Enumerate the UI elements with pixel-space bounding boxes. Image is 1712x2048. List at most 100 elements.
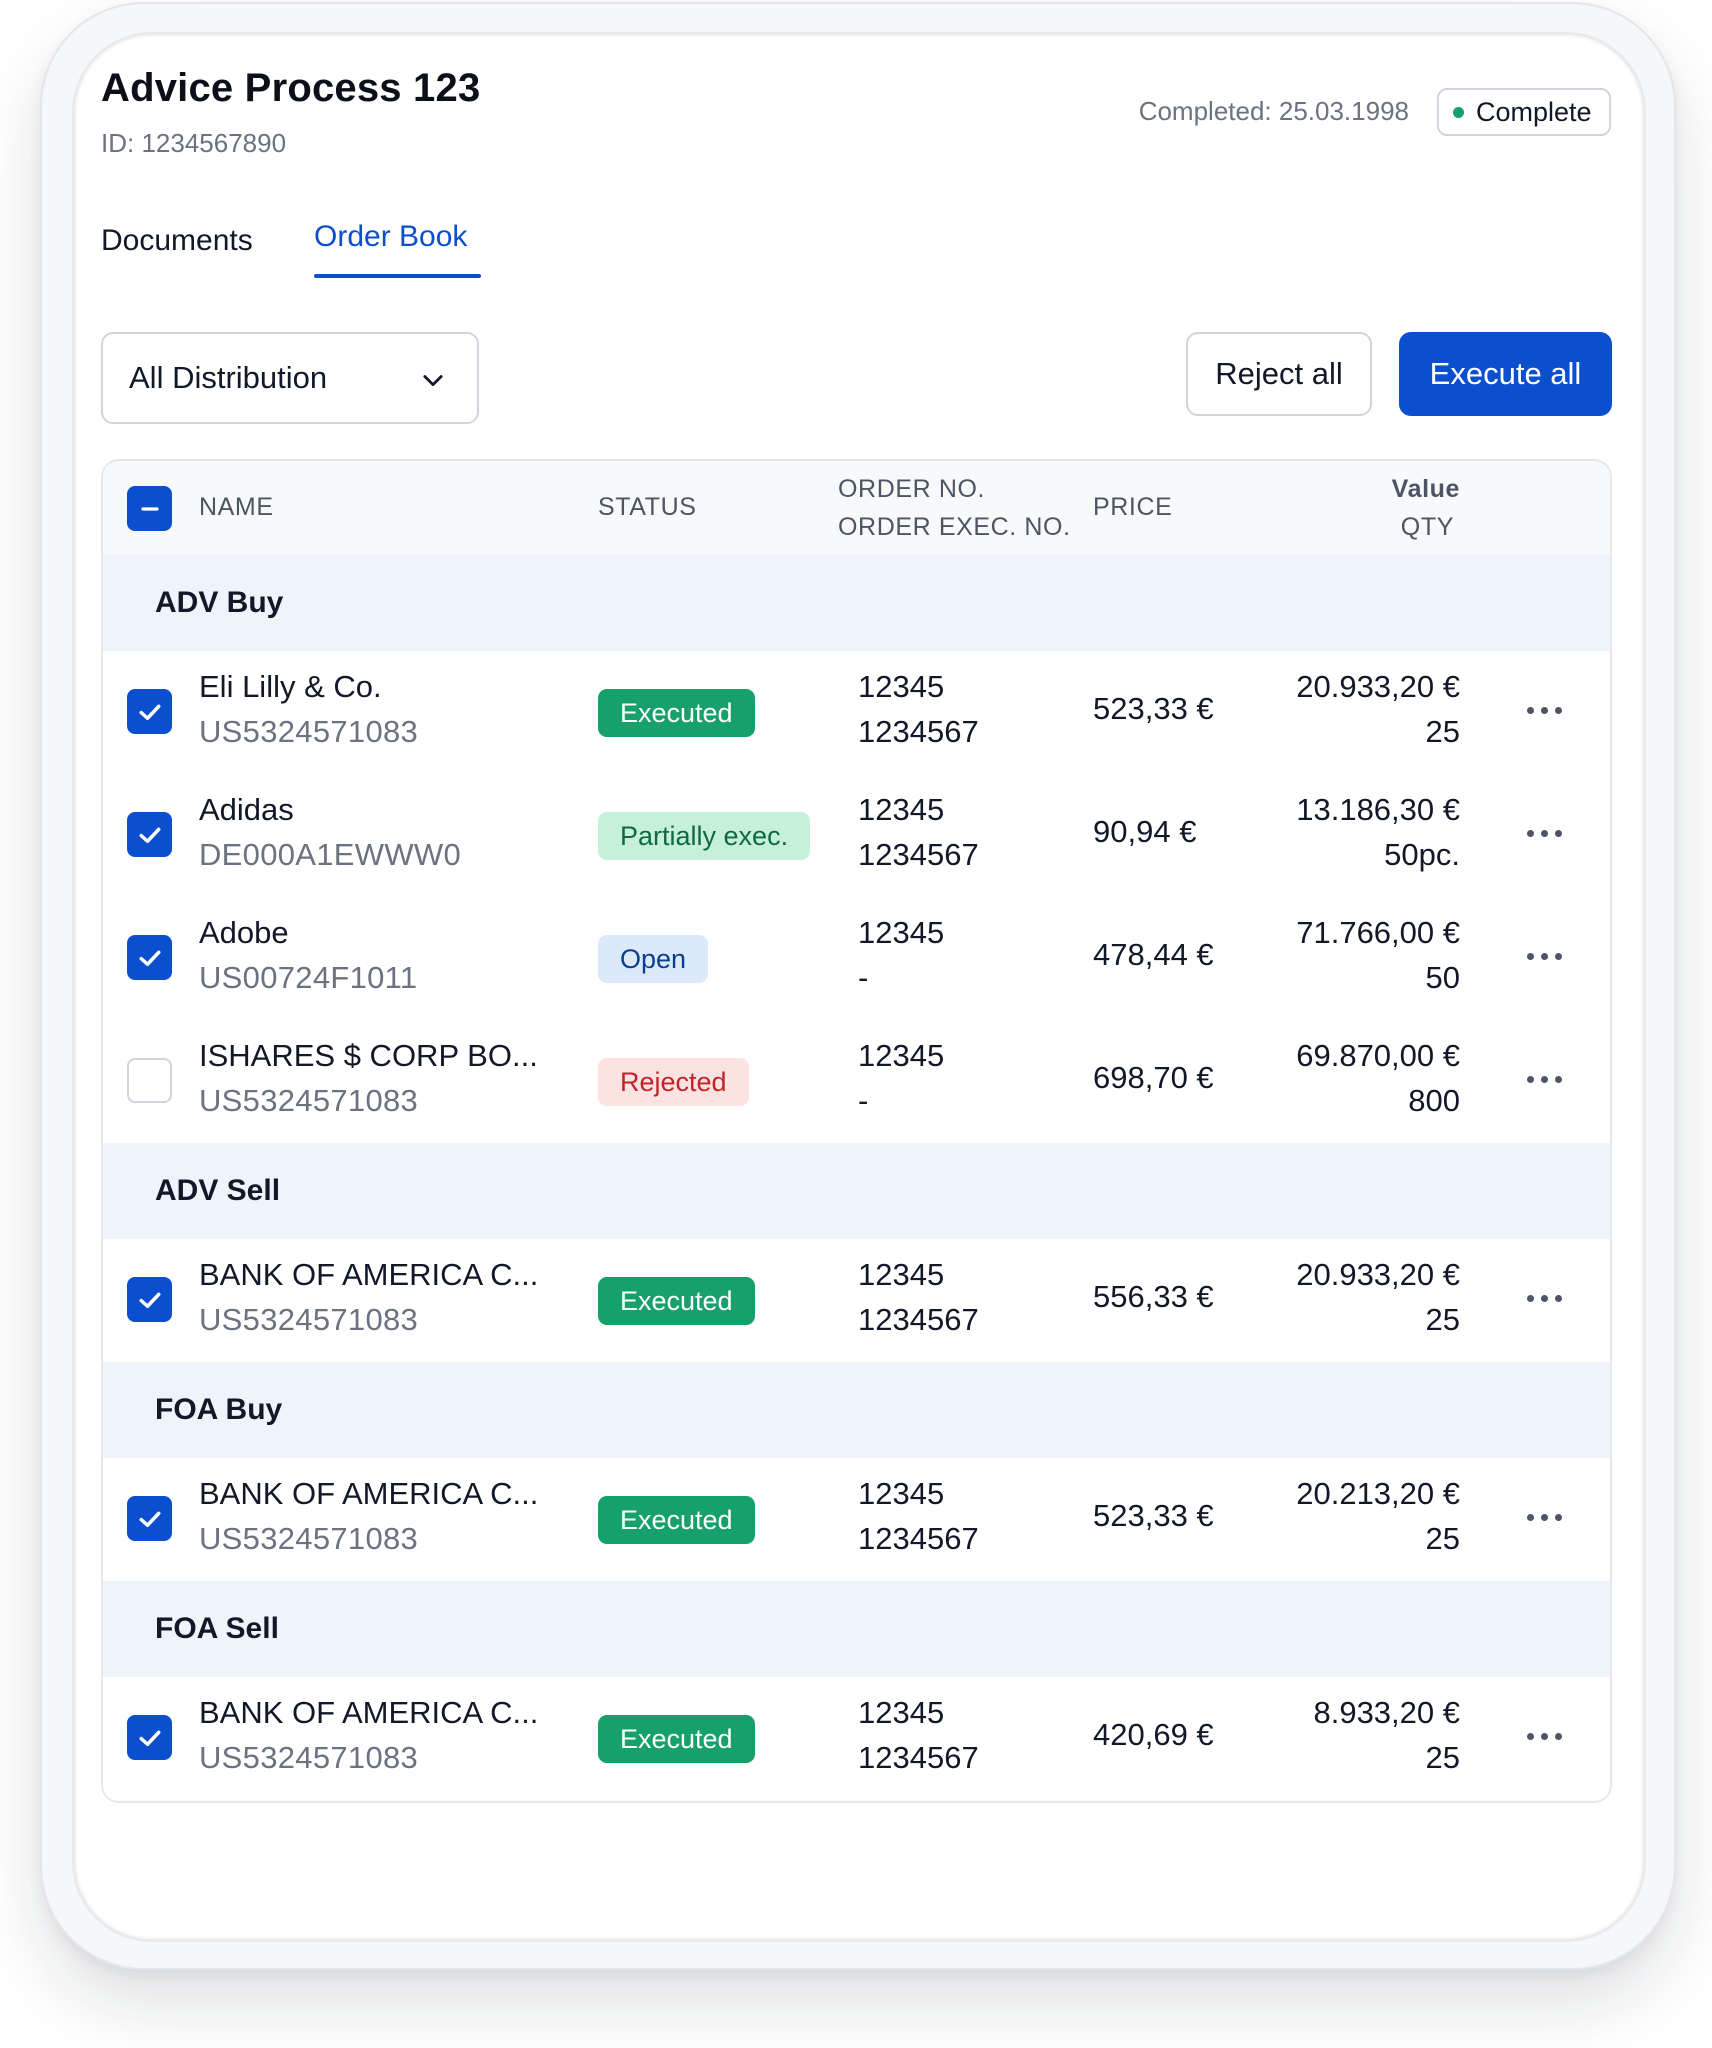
tab-documents[interactable]: Documents — [101, 224, 253, 258]
column-name: NAME — [199, 493, 274, 521]
tab-order-book[interactable]: Order Book — [314, 220, 467, 254]
instrument-isin: US00724F1011 — [199, 960, 418, 995]
instrument-name: Adidas — [199, 792, 294, 827]
table-row[interactable]: BANK OF AMERICA C... US5324571083 Executed… — [103, 1677, 1610, 1800]
instrument-isin: US5324571083 — [199, 714, 419, 749]
more-options-icon[interactable] — [1527, 1510, 1567, 1524]
instrument-name: BANK OF AMERICA C... — [199, 1695, 539, 1730]
status-badge: Partially exec. — [598, 812, 811, 860]
group-label: FOA Sell — [155, 1612, 279, 1645]
status-dot-icon — [1453, 106, 1464, 118]
checkmark-icon — [139, 827, 160, 843]
quantity: 25 — [1425, 1740, 1460, 1775]
column-order-exec-no: ORDER EXEC. NO. — [838, 513, 1071, 541]
checkmark-icon — [139, 1730, 160, 1746]
order-exec-number: - — [858, 1083, 869, 1118]
group-header: FOA Buy — [103, 1362, 1610, 1460]
table-row[interactable]: Adobe US00724F1011 Open 12345-478,44 €71.76… — [103, 897, 1610, 1022]
column-value: Value — [1391, 475, 1460, 503]
more-options-icon[interactable] — [1527, 1729, 1567, 1743]
distribution-select-value: All Distribution — [129, 360, 328, 395]
group-label: FOA Buy — [155, 1393, 283, 1426]
table-row[interactable]: BANK OF AMERICA C... US5324571083 Executed… — [103, 1239, 1610, 1364]
table-row[interactable]: ISHARES $ CORP BO... US5324571083 Rejected… — [103, 1020, 1610, 1145]
instrument-name: BANK OF AMERICA C... — [199, 1257, 539, 1292]
order-number: 12345 — [858, 1476, 945, 1511]
process-id: ID: 1234567890 — [101, 128, 287, 158]
checkmark-icon — [139, 950, 160, 966]
value: 20.213,20 € — [1296, 1476, 1460, 1511]
quantity: 25 — [1425, 714, 1460, 749]
more-options-icon[interactable] — [1527, 703, 1567, 717]
order-number: 12345 — [858, 1257, 945, 1292]
more-options-icon[interactable] — [1527, 949, 1567, 963]
instrument-isin: DE000A1EWWW0 — [199, 837, 461, 872]
order-number: 12345 — [858, 1695, 945, 1730]
execute-all-button[interactable]: Execute all — [1399, 332, 1612, 416]
value: 71.766,00 € — [1296, 915, 1460, 950]
reject-all-button[interactable]: Reject all — [1186, 332, 1372, 416]
status-badge: Complete — [1437, 88, 1611, 136]
table-row[interactable]: Adidas DE000A1EWWW0 Partially exec. 12345 12… — [103, 774, 1610, 899]
instrument-name: Eli Lilly & Co. — [199, 669, 382, 704]
value: 8.933,20 € — [1313, 1695, 1460, 1730]
select-all-checkbox[interactable] — [127, 486, 172, 531]
column-order-no: ORDER NO. — [838, 475, 986, 503]
checkmark-icon — [139, 1292, 160, 1308]
group-header: FOA Sell — [103, 1581, 1610, 1679]
group-header: ADV Sell — [103, 1143, 1610, 1241]
minus-icon — [140, 506, 159, 511]
row-checkbox[interactable] — [127, 812, 172, 857]
table-header: NAME STATUS ORDER NO. ORDER EXEC. NO. PR… — [103, 461, 1610, 557]
row-checkbox[interactable] — [127, 1058, 172, 1103]
quantity: 25 — [1425, 1521, 1460, 1556]
order-table: NAME STATUS ORDER NO. ORDER EXEC. NO. PR… — [101, 459, 1612, 1803]
row-checkbox[interactable] — [127, 1277, 172, 1322]
chevron-down-icon — [423, 375, 443, 387]
row-checkbox[interactable] — [127, 689, 172, 734]
order-exec-number: 1234567 — [858, 1302, 979, 1337]
instrument-name: BANK OF AMERICA C... — [199, 1476, 539, 1511]
row-checkbox[interactable] — [127, 1715, 172, 1760]
table-row[interactable]: Eli Lilly & Co. US5324571083 Executed 12345… — [103, 651, 1610, 776]
table-row[interactable]: BANK OF AMERICA C... US5324571083 Executed… — [103, 1458, 1610, 1583]
order-exec-number: - — [858, 960, 869, 995]
distribution-select[interactable]: All Distribution — [101, 332, 479, 424]
instrument-isin: US5324571083 — [199, 1083, 419, 1118]
column-price: PRICE — [1093, 493, 1173, 521]
instrument-name: Adobe — [199, 915, 289, 950]
quantity: 50 — [1425, 960, 1460, 995]
status-badge-label: Complete — [1476, 96, 1592, 127]
status-badge: Rejected — [598, 1058, 749, 1106]
value: 20.933,20 € — [1296, 669, 1460, 704]
row-checkbox[interactable] — [127, 935, 172, 980]
group-label: ADV Sell — [155, 1174, 281, 1207]
order-number: 12345 — [858, 1038, 945, 1073]
status-badge: Executed — [598, 1277, 755, 1325]
price: 420,69 € — [1093, 1717, 1214, 1752]
more-options-icon[interactable] — [1527, 1291, 1567, 1305]
instrument-name: ISHARES $ CORP BO... — [199, 1038, 538, 1073]
checkmark-icon — [139, 704, 160, 720]
quantity: 50pc. — [1384, 837, 1460, 872]
column-qty: QTY — [1400, 513, 1454, 541]
row-checkbox[interactable] — [127, 1496, 172, 1541]
active-tab-indicator — [314, 274, 481, 278]
order-exec-number: 1234567 — [858, 1521, 979, 1556]
checkmark-icon — [139, 1511, 160, 1527]
quantity: 25 — [1425, 1302, 1460, 1337]
more-options-icon[interactable] — [1527, 1072, 1567, 1086]
order-exec-number: 1234567 — [858, 714, 979, 749]
status-badge: Executed — [598, 1715, 755, 1763]
value: 20.933,20 € — [1296, 1257, 1460, 1292]
status-badge: Executed — [598, 1496, 755, 1544]
status-badge: Executed — [598, 689, 755, 737]
page-title: Advice Process 123 — [101, 66, 481, 110]
group-header: ADV Buy — [103, 555, 1610, 653]
completed-date: Completed: 25.03.1998 — [1138, 96, 1409, 126]
value: 13.186,30 € — [1296, 792, 1460, 827]
order-exec-number: 1234567 — [858, 837, 979, 872]
more-options-icon[interactable] — [1527, 826, 1567, 840]
order-exec-number: 1234567 — [858, 1740, 979, 1775]
order-number: 12345 — [858, 669, 945, 704]
